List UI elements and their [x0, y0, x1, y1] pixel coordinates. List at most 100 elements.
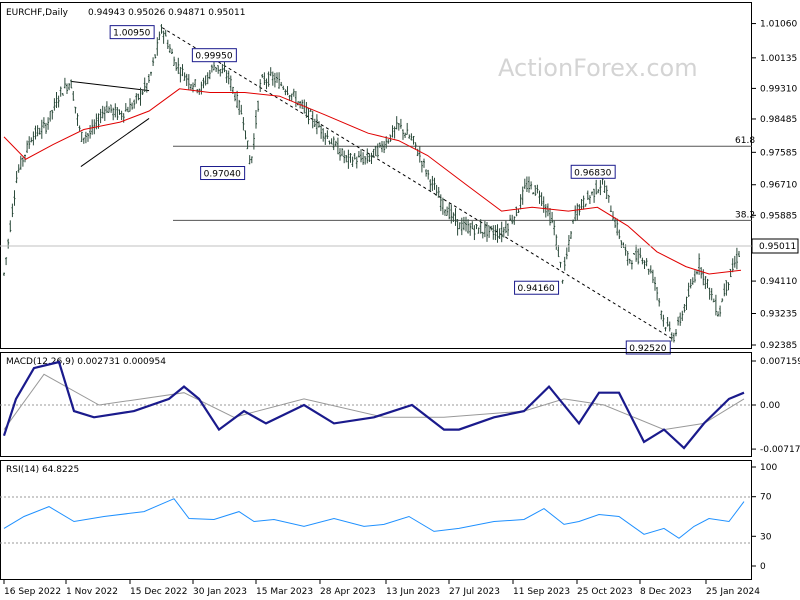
price-bar — [444, 209, 446, 216]
fibonacci-levels: 61.838.2 — [173, 136, 755, 221]
rsi-y-tick-label: 70 — [760, 493, 772, 503]
price-bar — [36, 125, 39, 137]
price-bar — [70, 79, 73, 89]
price-bar — [546, 203, 549, 217]
macd-y-tick-label: 0.007159 — [760, 357, 800, 367]
price-bar — [475, 223, 478, 230]
price-bar — [150, 71, 152, 76]
price-bar — [135, 93, 138, 104]
price-bar — [11, 203, 14, 218]
price-bar — [330, 138, 333, 145]
price-bar — [206, 72, 209, 85]
price-bar — [227, 70, 230, 85]
price-bar — [641, 257, 644, 265]
price-bar — [200, 81, 203, 95]
price-bar — [402, 129, 404, 140]
price-bar — [555, 234, 558, 250]
price-bar — [162, 30, 165, 44]
price-bar — [26, 140, 29, 154]
price-bar — [599, 180, 602, 196]
price-bar — [114, 103, 117, 118]
price-bar — [202, 77, 205, 89]
price-bar — [433, 177, 436, 190]
price-bar — [339, 148, 341, 161]
price-bar — [255, 110, 257, 129]
price-bar — [429, 179, 432, 192]
price-bar — [607, 194, 610, 203]
price-bar — [164, 29, 167, 37]
price-bar — [738, 251, 740, 257]
price-bar — [248, 155, 251, 165]
price-bar — [395, 116, 398, 130]
price-bar — [504, 220, 507, 234]
price-bar — [250, 156, 253, 164]
price-bar — [626, 250, 629, 266]
price-bar — [544, 204, 547, 218]
macd-y-axis: 0.007159 0.00 -0.007173 — [752, 357, 800, 455]
price-bar — [708, 287, 711, 300]
price-bar — [712, 298, 715, 303]
price-bar — [425, 169, 428, 177]
x-tick-label: 25 Jan 2024 — [706, 587, 760, 597]
price-bar — [273, 72, 276, 88]
price-bar — [586, 190, 589, 200]
price-bar — [30, 137, 33, 143]
price-bar — [366, 148, 369, 164]
x-tick-label: 13 Jun 2023 — [386, 587, 440, 597]
price-bar — [221, 63, 224, 74]
price-label: 0.96830 — [574, 168, 611, 178]
price-bar — [177, 57, 180, 75]
price-bar — [28, 136, 31, 149]
price-bar — [658, 298, 661, 307]
price-bar — [418, 146, 421, 163]
price-bar — [494, 225, 497, 241]
price-bar — [118, 109, 121, 115]
rsi-y-tick-label: 100 — [760, 463, 777, 473]
price-bar — [698, 253, 701, 275]
price-bar — [689, 279, 692, 289]
price-bar — [284, 89, 287, 96]
price-bar — [654, 276, 656, 291]
price-bar — [315, 114, 318, 135]
price-bar — [171, 48, 173, 54]
macd-panel: MACD(12,26,9) 0.002731 0.000954 0.007159… — [0, 352, 800, 457]
price-bar — [364, 156, 367, 165]
price-bar — [498, 228, 501, 240]
price-bar — [84, 131, 87, 144]
price-bar — [5, 257, 8, 266]
price-bar — [278, 72, 281, 89]
price-bar — [194, 79, 197, 88]
price-bar — [49, 110, 52, 122]
price-bar — [166, 39, 169, 50]
price-bar — [263, 72, 266, 86]
price-bar — [112, 107, 115, 121]
price-bar — [210, 64, 213, 73]
price-bar — [87, 133, 89, 142]
price-bar — [647, 268, 650, 275]
price-bar — [242, 117, 245, 131]
price-bar — [691, 277, 694, 285]
price-label: 0.99950 — [195, 52, 232, 62]
price-bar — [45, 122, 47, 134]
price-bar — [265, 78, 268, 90]
price-bar — [42, 117, 45, 129]
price-bar — [502, 227, 505, 238]
rsi-y-axis: 100 70 30 0 — [752, 463, 777, 572]
price-bar — [633, 252, 635, 255]
price-bar — [681, 310, 684, 321]
ohlc-values: 0.94943 0.95026 0.94871 0.95011 — [88, 8, 245, 18]
price-bar — [158, 31, 161, 41]
price-bar — [328, 140, 331, 145]
rsi-y-tick-label: 0 — [760, 562, 766, 572]
price-bar — [399, 118, 402, 129]
x-tick-label: 16 Sep 2022 — [4, 587, 61, 597]
price-bar — [542, 196, 545, 213]
price-bar — [639, 247, 642, 259]
price-bar — [252, 133, 255, 150]
price-bar — [473, 225, 476, 241]
price-bar — [9, 220, 12, 233]
price-bar — [635, 244, 638, 262]
price-bar — [280, 81, 283, 87]
price-bar — [51, 109, 54, 120]
x-tick-label: 25 Oct 2023 — [577, 587, 633, 597]
